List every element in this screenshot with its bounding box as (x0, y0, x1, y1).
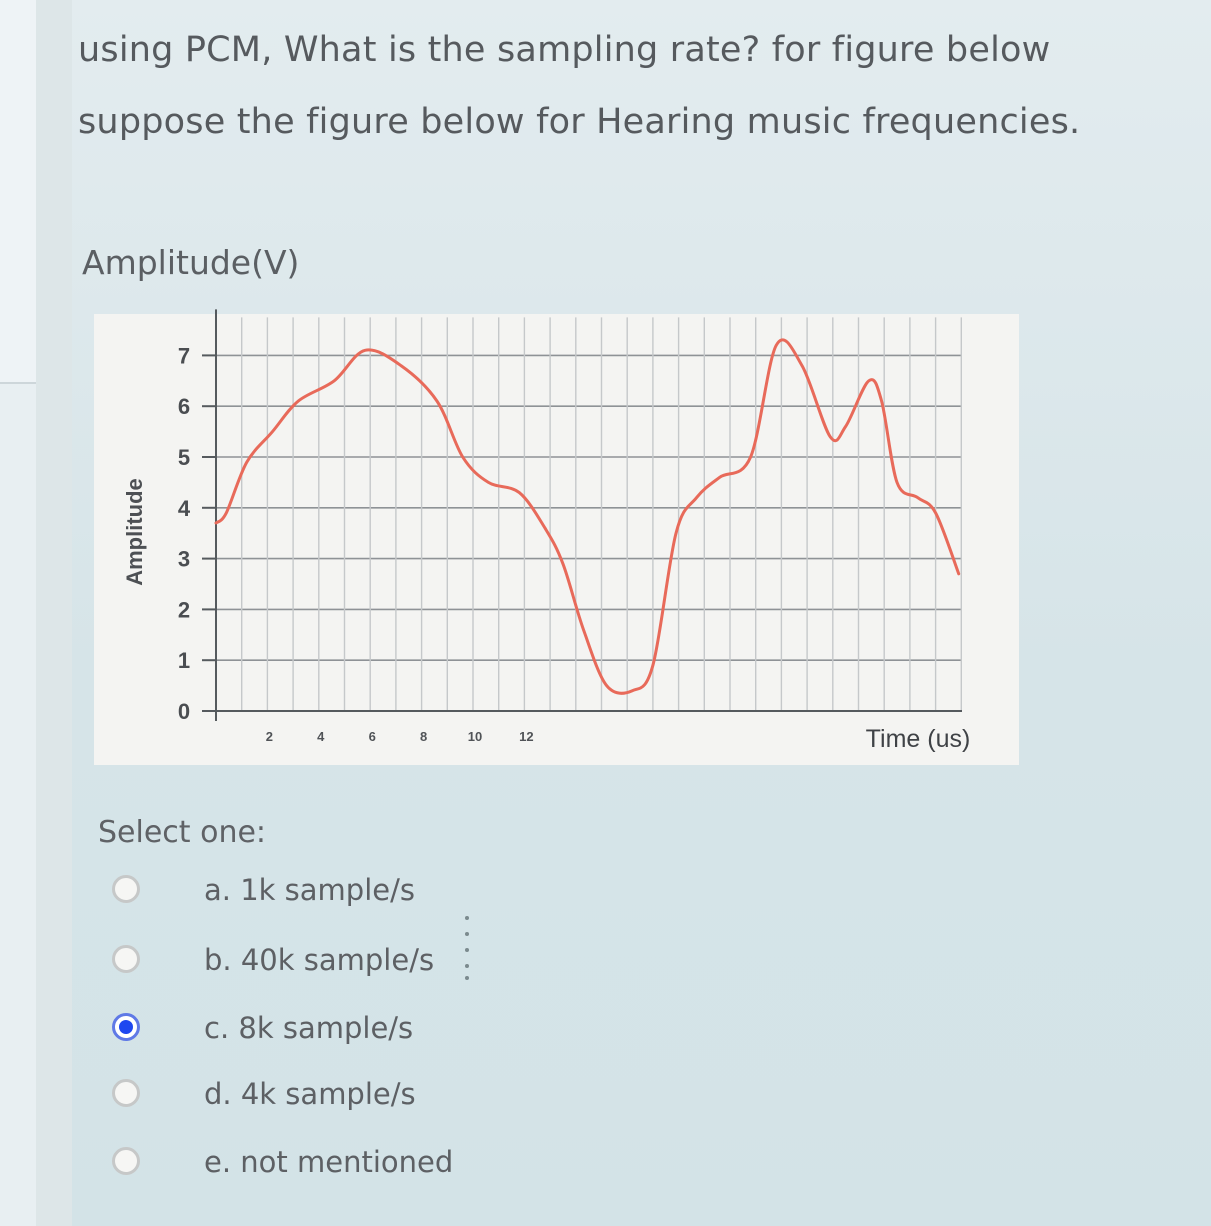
option-c-label[interactable]: c. 8k sample/s (204, 1006, 413, 1050)
select-one-label: Select one: (98, 815, 267, 850)
y-tick-label: 1 (178, 648, 190, 673)
option-d[interactable]: d. 4k sample/s (112, 1072, 592, 1116)
x-tick-label: 6 (369, 729, 376, 744)
option-b-label[interactable]: b. 40k sample/s (204, 938, 434, 982)
question-text-line-1: using PCM, What is the sampling rate? fo… (78, 30, 1051, 70)
y-tick-label: 5 (178, 445, 190, 470)
chart-background (94, 314, 1019, 765)
option-b-radio[interactable] (112, 945, 140, 973)
x-axis-label: Time (us) (866, 725, 971, 753)
option-a[interactable]: a. 1k sample/s (112, 868, 592, 912)
option-e-radio[interactable] (112, 1147, 140, 1175)
y-tick-label: 0 (178, 699, 190, 724)
x-tick-label: 12 (519, 729, 533, 744)
y-tick-label: 6 (178, 394, 190, 419)
dotted-artifact (465, 916, 469, 980)
y-tick-label: 4 (178, 496, 191, 521)
option-c-radio[interactable] (112, 1013, 140, 1041)
x-tick-label: 8 (420, 729, 427, 744)
figure-heading: Amplitude(V) (82, 243, 300, 282)
option-e-label[interactable]: e. not mentioned (204, 1140, 453, 1184)
y-tick-label: 2 (178, 597, 190, 622)
option-b[interactable]: b. 40k sample/s (112, 938, 592, 982)
option-d-radio[interactable] (112, 1079, 140, 1107)
option-a-label[interactable]: a. 1k sample/s (204, 868, 415, 912)
option-c[interactable]: c. 8k sample/s (112, 1006, 592, 1050)
x-tick-label: 10 (468, 729, 482, 744)
option-d-label[interactable]: d. 4k sample/s (204, 1072, 416, 1116)
option-e[interactable]: e. not mentioned (112, 1140, 592, 1184)
left-panel-tab (0, 0, 36, 384)
amplitude-time-chart: 01234567 2 4 6 8 10 12 Amplitude Time (us) (94, 309, 1019, 765)
y-axis-label: Amplitude (122, 478, 147, 586)
x-tick-label: 2 (266, 729, 273, 744)
x-tick-label: 4 (317, 729, 325, 744)
y-tick-label: 3 (178, 547, 190, 572)
question-text-line-2: suppose the figure below for Hearing mus… (78, 102, 1081, 142)
option-a-radio[interactable] (112, 875, 140, 903)
y-tick-label: 7 (178, 343, 190, 368)
